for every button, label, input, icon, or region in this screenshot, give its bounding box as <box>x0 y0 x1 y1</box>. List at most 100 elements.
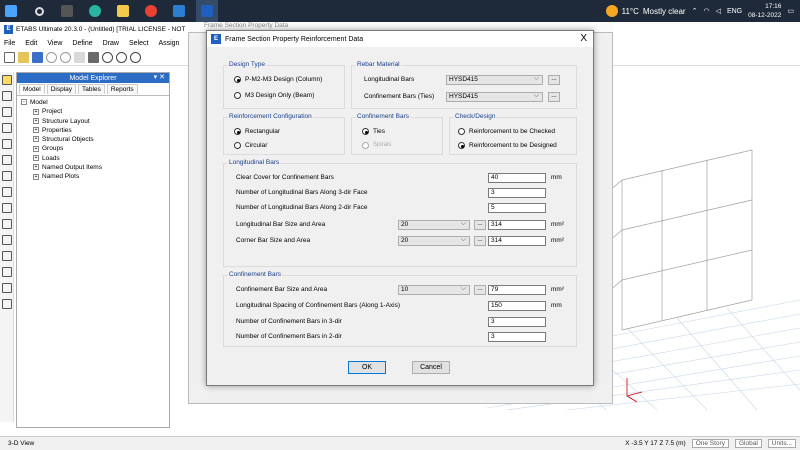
menu-file[interactable]: File <box>4 40 15 47</box>
expand-icon[interactable]: + <box>33 173 39 180</box>
draw-opening-icon[interactable] <box>2 219 12 229</box>
tab-model[interactable]: Model <box>19 84 45 94</box>
tree-item[interactable]: + Properties <box>21 126 165 135</box>
radio-circular[interactable] <box>234 142 241 149</box>
radio-to-be-checked[interactable] <box>458 128 465 135</box>
explorer-pin-icon[interactable]: ▾ ✕ <box>154 73 165 81</box>
bars-2dir-input[interactable]: 5 <box>488 203 546 213</box>
edge-icon[interactable] <box>84 0 106 22</box>
ok-button[interactable]: OK <box>348 361 386 374</box>
draw-wall-icon[interactable] <box>2 203 12 213</box>
tab-tables[interactable]: Tables <box>78 84 105 94</box>
new-model-icon[interactable] <box>4 52 15 63</box>
tree-item[interactable]: + Named Plots <box>21 172 165 181</box>
expand-icon[interactable]: + <box>33 117 39 124</box>
weather-widget[interactable]: 11°C Mostly clear <box>605 5 686 17</box>
pointer-icon[interactable] <box>2 75 12 85</box>
draw-point-icon[interactable] <box>2 235 12 245</box>
clear-cover-input[interactable]: 40 <box>488 173 546 183</box>
menu-draw[interactable]: Draw <box>103 40 119 47</box>
tree-item[interactable]: + Project <box>21 107 165 116</box>
expand-icon[interactable]: + <box>33 108 39 115</box>
corner-bar-size-select[interactable]: 20 <box>398 236 470 246</box>
tree-item[interactable]: + Groups <box>21 144 165 153</box>
wifi-icon[interactable]: ◠ <box>703 7 709 15</box>
expand-icon[interactable]: + <box>33 136 39 143</box>
search-icon[interactable] <box>28 0 50 22</box>
etabs-taskbar-icon[interactable] <box>196 0 218 22</box>
tray-chevron-icon[interactable]: ⌃ <box>692 7 698 15</box>
draw-grid-icon[interactable] <box>2 267 12 277</box>
draw-brace-icon[interactable] <box>2 155 12 165</box>
story-select[interactable]: One Story <box>691 439 729 448</box>
zoom-window-icon[interactable] <box>130 52 141 63</box>
store-icon[interactable] <box>168 0 190 22</box>
corner-bar-area-input[interactable]: 314 <box>488 236 546 246</box>
draw-rectangle-icon[interactable] <box>2 187 12 197</box>
run-icon[interactable] <box>88 52 99 63</box>
units-button[interactable]: Units... <box>767 439 796 448</box>
corner-bar-more-button[interactable]: ... <box>474 236 486 246</box>
notification-icon[interactable]: ▭ <box>787 7 794 15</box>
zoom-out-icon[interactable] <box>116 52 127 63</box>
draw-link-icon[interactable] <box>2 251 12 261</box>
conf-bars-2dir-input[interactable]: 3 <box>488 332 546 342</box>
collapse-icon[interactable]: - <box>21 99 27 106</box>
radio-pm2m3-design[interactable] <box>234 76 241 83</box>
coord-system-select[interactable]: Global <box>734 439 762 448</box>
long-bar-more-button[interactable]: ... <box>474 220 486 230</box>
task-view-icon[interactable] <box>56 0 78 22</box>
tab-reports[interactable]: Reports <box>106 84 138 94</box>
draw-beam-icon[interactable] <box>2 139 12 149</box>
close-icon[interactable]: X <box>580 33 587 45</box>
confinement-rebar-more-button[interactable]: ... <box>548 92 560 102</box>
menu-view[interactable]: View <box>47 40 62 47</box>
zoom-in-icon[interactable] <box>102 52 113 63</box>
menu-select[interactable]: Select <box>129 40 148 47</box>
menu-assign[interactable]: Assign <box>158 40 179 47</box>
file-explorer-icon[interactable] <box>112 0 134 22</box>
long-bar-area-input[interactable]: 314 <box>488 220 546 230</box>
menu-edit[interactable]: Edit <box>25 40 37 47</box>
radio-to-be-designed[interactable] <box>458 142 465 149</box>
undo-icon[interactable] <box>46 52 57 63</box>
tree-item[interactable]: + Structure Layout <box>21 117 165 126</box>
expand-icon[interactable]: + <box>33 164 39 171</box>
longitudinal-rebar-more-button[interactable]: ... <box>548 75 560 85</box>
long-bar-size-select[interactable]: 20 <box>398 220 470 230</box>
draw-line-icon[interactable] <box>2 107 12 117</box>
draw-dimension-icon[interactable] <box>2 283 12 293</box>
tree-item[interactable]: + Named Output Items <box>21 163 165 172</box>
reshape-icon[interactable] <box>2 91 12 101</box>
draw-tendon-icon[interactable] <box>2 299 12 309</box>
radio-m3-design[interactable] <box>234 92 241 99</box>
windows-start-icon[interactable] <box>0 0 22 22</box>
draw-column-icon[interactable] <box>2 123 12 133</box>
redo-icon[interactable] <box>60 52 71 63</box>
tree-item[interactable]: + Loads <box>21 154 165 163</box>
bars-3dir-input[interactable]: 3 <box>488 188 546 198</box>
conf-bar-area-input[interactable]: 79 <box>488 285 546 295</box>
expand-icon[interactable]: + <box>33 145 39 152</box>
confinement-rebar-select[interactable]: HYSD415 <box>446 92 543 102</box>
cancel-button[interactable]: Cancel <box>412 361 450 374</box>
menu-define[interactable]: Define <box>72 40 92 47</box>
volume-icon[interactable]: ◁ <box>716 7 721 15</box>
open-icon[interactable] <box>18 52 29 63</box>
save-icon[interactable] <box>32 52 43 63</box>
language-indicator[interactable]: ENG <box>727 8 742 15</box>
radio-rectangular[interactable] <box>234 128 241 135</box>
longitudinal-rebar-select[interactable]: HYSD415 <box>446 75 543 85</box>
conf-bar-more-button[interactable]: ... <box>474 285 486 295</box>
tree-root[interactable]: - Model <box>21 98 165 107</box>
chrome-icon[interactable] <box>140 0 162 22</box>
expand-icon[interactable]: + <box>33 127 39 134</box>
draw-area-icon[interactable] <box>2 171 12 181</box>
lock-icon[interactable] <box>74 52 85 63</box>
conf-spacing-input[interactable]: 150 <box>488 301 546 311</box>
clock[interactable]: 17:16 08-12-2022 <box>748 2 781 20</box>
expand-icon[interactable]: + <box>33 155 39 162</box>
tab-display[interactable]: Display <box>46 84 77 94</box>
conf-bar-size-select[interactable]: 10 <box>398 285 470 295</box>
conf-bars-3dir-input[interactable]: 3 <box>488 317 546 327</box>
